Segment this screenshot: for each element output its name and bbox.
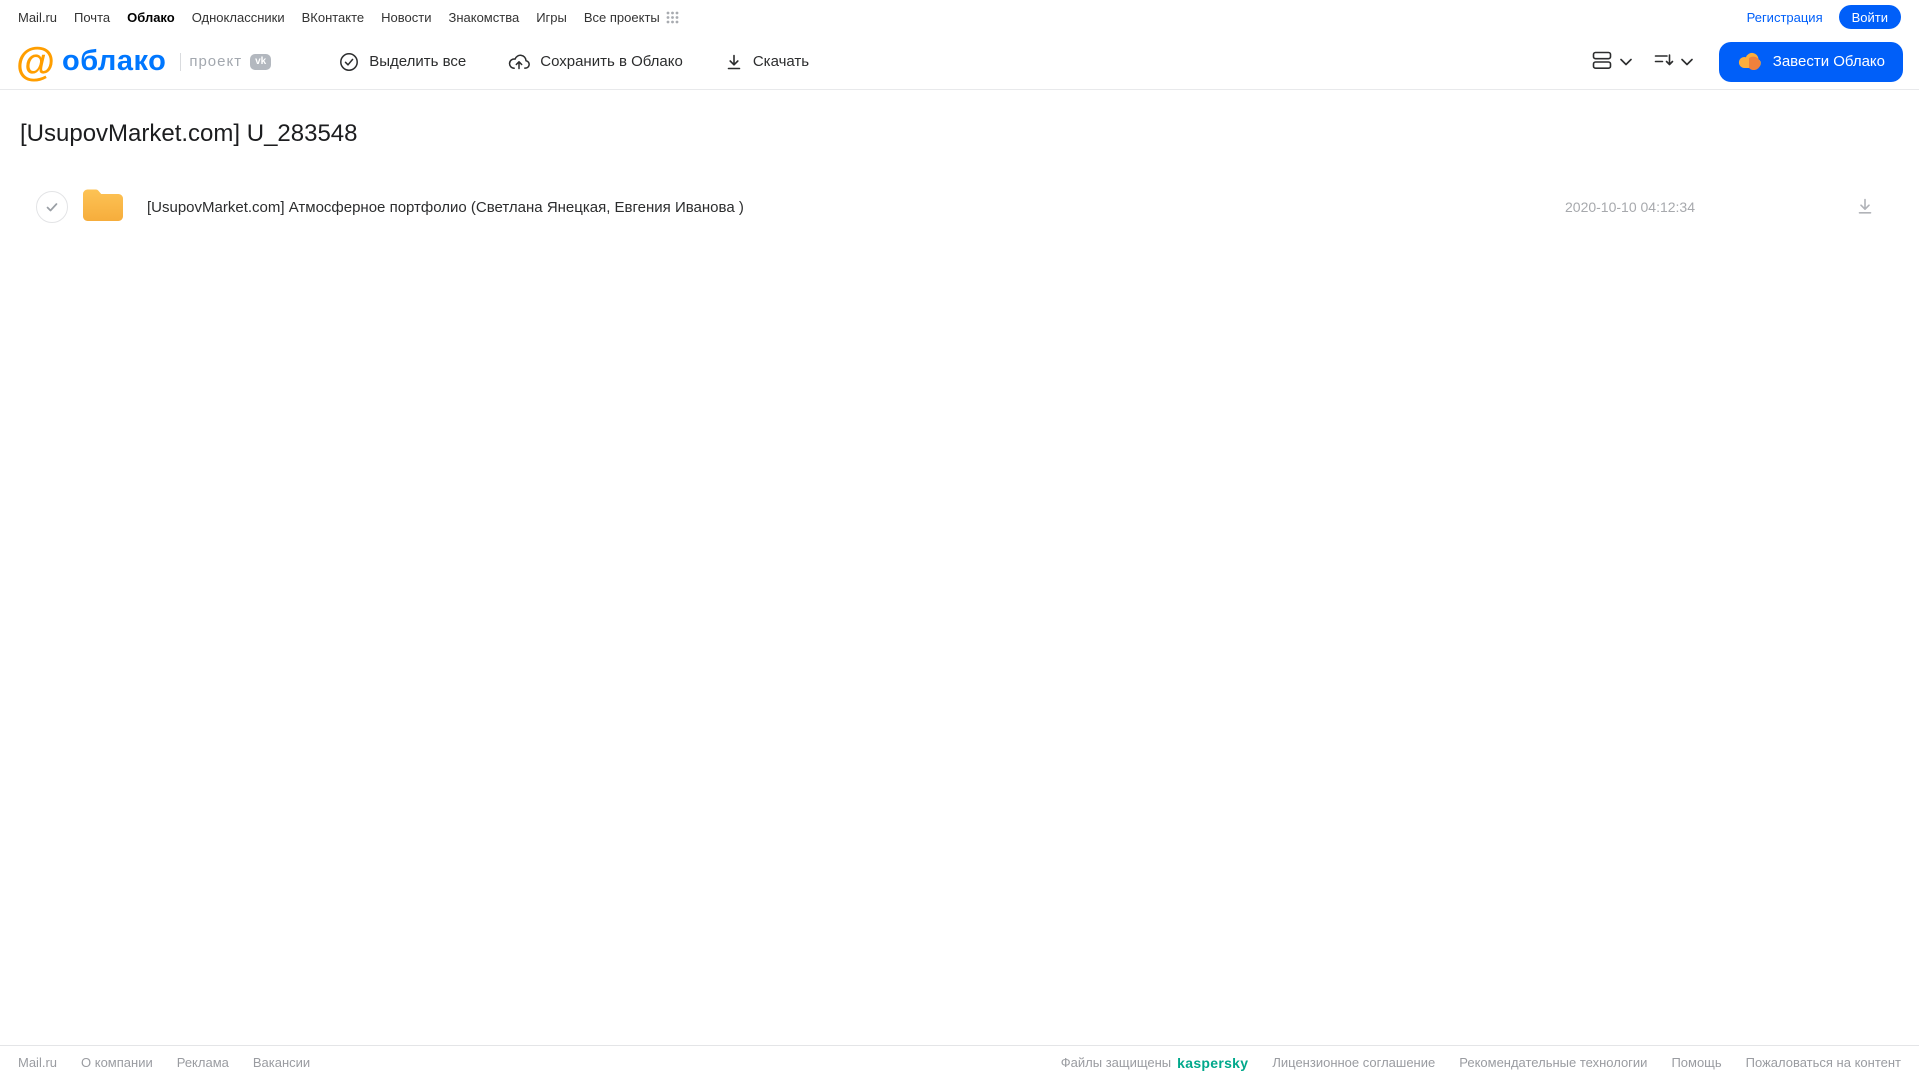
nav-cloud[interactable]: Облако (127, 10, 175, 25)
footer-right-links: Файлы защищены kaspersky Лицензионное со… (1061, 1055, 1901, 1071)
mailru-at-icon: @ (16, 39, 55, 84)
create-cloud-label: Завести Облако (1772, 53, 1885, 70)
cloud-logo-text: облако (62, 45, 167, 77)
main-content: [UsupovMarket.com] U_283548 [UsupovMarke… (0, 120, 1919, 230)
folder-icon (81, 186, 125, 228)
registration-link[interactable]: Регистрация (1747, 10, 1823, 25)
download-icon (725, 53, 743, 71)
nav-odnoklassniki[interactable]: Одноклассники (192, 10, 285, 25)
chevron-down-icon (1680, 54, 1693, 69)
portal-topbar: Mail.ru Почта Облако Одноклассники ВКонт… (0, 0, 1919, 34)
select-all-label: Выделить все (369, 53, 467, 70)
download-label: Скачать (752, 53, 810, 70)
nav-mailru[interactable]: Mail.ru (18, 10, 57, 25)
nav-games[interactable]: Игры (536, 10, 567, 25)
footer-jobs-link[interactable]: Вакансии (253, 1055, 310, 1070)
circle-check-icon (339, 52, 359, 72)
nav-news[interactable]: Новости (381, 10, 431, 25)
kaspersky-protection-link[interactable]: Файлы защищены kaspersky (1061, 1055, 1249, 1071)
footer-report-link[interactable]: Пожаловаться на контент (1746, 1055, 1901, 1070)
footer-ads-link[interactable]: Реклама (177, 1055, 229, 1070)
footer-left-links: Mail.ru О компании Реклама Вакансии (18, 1055, 310, 1070)
cloud-logo[interactable]: @ облако (16, 42, 166, 82)
select-all-button[interactable]: Выделить все (339, 52, 466, 72)
header-right-controls: Завести Облако (1588, 41, 1903, 82)
footer-mailru-link[interactable]: Mail.ru (18, 1055, 57, 1070)
page-title: [UsupovMarket.com] U_283548 (20, 120, 358, 147)
portal-nav: Mail.ru Почта Облако Одноклассники ВКонт… (18, 10, 679, 25)
nav-dating[interactable]: Знакомства (448, 10, 519, 25)
download-button[interactable]: Скачать (725, 53, 809, 71)
footer: Mail.ru О компании Реклама Вакансии Файл… (0, 1045, 1919, 1079)
file-name[interactable]: [UsupovMarket.com] Атмосферное портфолио… (147, 199, 744, 216)
vk-logo-badge: vk (250, 53, 272, 70)
topbar-auth: Регистрация Войти (1747, 5, 1901, 29)
vk-project-tag: проект vk (180, 52, 272, 71)
chevron-down-icon (1619, 54, 1632, 69)
footer-about-link[interactable]: О компании (81, 1055, 153, 1070)
orange-cloud-icon (1737, 49, 1763, 74)
view-mode-dropdown[interactable] (1588, 47, 1636, 77)
row-checkbox[interactable] (36, 191, 68, 223)
nav-vkontakte[interactable]: ВКонтакте (302, 10, 365, 25)
sort-icon (1654, 51, 1674, 72)
footer-help-link[interactable]: Помощь (1671, 1055, 1721, 1070)
nav-all-projects-label: Все проекты (583, 9, 660, 25)
save-to-cloud-label: Сохранить в Облако (540, 53, 683, 70)
file-row[interactable]: [UsupovMarket.com] Атмосферное портфолио… (20, 184, 1899, 230)
nav-mail[interactable]: Почта (74, 10, 110, 25)
sort-dropdown[interactable] (1650, 47, 1697, 76)
footer-recommendation-link[interactable]: Рекомендательные технологии (1459, 1055, 1647, 1070)
kaspersky-logo: kaspersky (1177, 1054, 1249, 1071)
cloud-header: @ облако проект vk Выделить все Сохранит… (0, 34, 1919, 90)
save-to-cloud-button[interactable]: Сохранить в Облако (508, 52, 683, 72)
list-view-icon (1592, 51, 1613, 73)
create-cloud-button[interactable]: Завести Облако (1718, 41, 1903, 82)
footer-license-link[interactable]: Лицензионное соглашение (1272, 1055, 1435, 1070)
file-toolbar: Выделить все Сохранить в Облако Скачать (339, 52, 809, 72)
file-date: 2020-10-10 04:12:34 (1565, 199, 1695, 215)
kaspersky-protected-label: Файлы защищены (1060, 1055, 1172, 1070)
cloud-upload-icon (508, 52, 531, 72)
row-download-button[interactable] (1853, 194, 1877, 221)
logo-divider (180, 52, 182, 71)
apps-grid-icon (666, 11, 679, 24)
login-button[interactable]: Войти (1838, 5, 1901, 29)
nav-all-projects[interactable]: Все проекты (584, 10, 679, 25)
project-label: проект (189, 53, 243, 70)
